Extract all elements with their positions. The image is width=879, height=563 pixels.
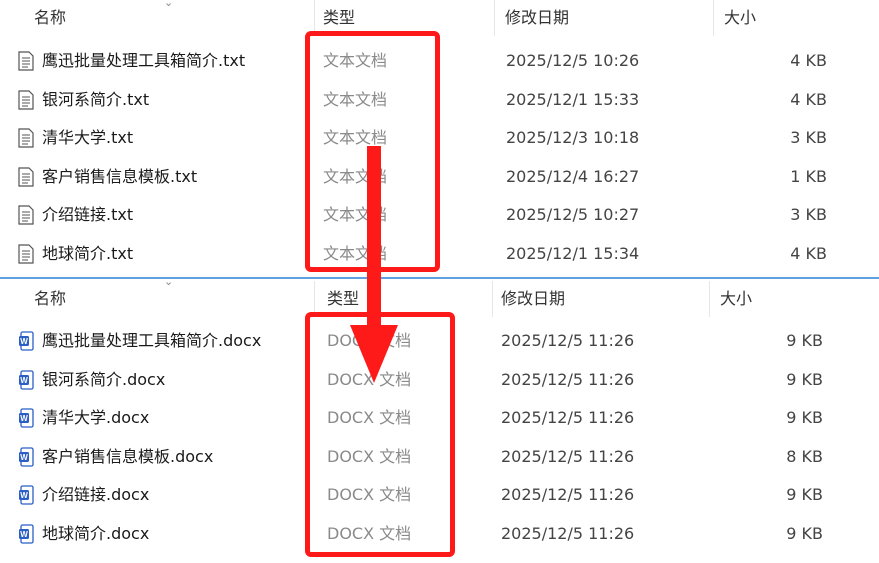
- file-name: 介绍链接.txt: [42, 205, 134, 224]
- text-file-icon: [18, 167, 34, 187]
- file-date: 2025/12/5 10:26: [506, 51, 640, 70]
- file-size: 9 KB: [786, 408, 823, 427]
- word-docx-icon: W: [19, 524, 34, 544]
- file-name: 清华大学.txt: [42, 128, 134, 147]
- file-size: 9 KB: [786, 331, 823, 350]
- file-name: 客户销售信息模板.txt: [42, 167, 198, 186]
- file-size: 4 KB: [790, 244, 827, 263]
- text-file-icon: [18, 90, 34, 110]
- file-name: 地球简介.docx: [42, 524, 150, 543]
- text-file-icon: [18, 128, 34, 148]
- file-date: 2025/12/5 11:26: [501, 408, 635, 427]
- column-header-size[interactable]: 大小: [718, 0, 836, 36]
- svg-text:W: W: [20, 414, 28, 423]
- text-file-icon: [18, 244, 34, 264]
- svg-text:W: W: [20, 453, 28, 462]
- sort-chevron-icon: ⌄: [164, 0, 174, 9]
- file-name: 鹰迅批量处理工具箱简介.docx: [42, 331, 262, 350]
- svg-text:W: W: [20, 376, 28, 385]
- file-size: 9 KB: [786, 524, 823, 543]
- file-size: 8 KB: [786, 447, 823, 466]
- file-size: 4 KB: [790, 51, 827, 70]
- file-size: 3 KB: [790, 205, 827, 224]
- file-name: 客户销售信息模板.docx: [42, 447, 214, 466]
- file-date: 2025/12/5 11:26: [501, 524, 635, 543]
- word-docx-icon: W: [19, 447, 34, 467]
- file-date: 2025/12/4 16:27: [506, 167, 640, 186]
- text-file-icon: [18, 205, 34, 225]
- file-size: 1 KB: [790, 167, 827, 186]
- word-docx-icon: W: [19, 408, 34, 428]
- sort-chevron-icon: ⌄: [164, 275, 174, 288]
- file-date: 2025/12/5 11:26: [501, 447, 635, 466]
- file-name: 介绍链接.docx: [42, 485, 150, 504]
- svg-text:W: W: [20, 337, 28, 346]
- column-header-size[interactable]: 大小: [714, 281, 832, 317]
- file-name: 清华大学.docx: [42, 408, 150, 427]
- file-date: 2025/12/1 15:34: [506, 244, 640, 263]
- word-docx-icon: W: [19, 485, 34, 505]
- column-header-date[interactable]: 修改日期: [495, 281, 710, 317]
- file-size: 3 KB: [790, 128, 827, 147]
- file-date: 2025/12/5 11:26: [501, 370, 635, 389]
- file-date: 2025/12/5 11:26: [501, 331, 635, 350]
- file-date: 2025/12/5 10:27: [506, 205, 640, 224]
- file-size: 9 KB: [786, 485, 823, 504]
- word-docx-icon: W: [19, 331, 34, 351]
- highlight-box-txt-type: [305, 31, 440, 272]
- file-name: 地球简介.txt: [42, 244, 134, 263]
- file-date: 2025/12/3 10:18: [506, 128, 640, 147]
- text-file-icon: [18, 51, 34, 71]
- file-name: 银河系简介.docx: [42, 370, 166, 389]
- column-header-date[interactable]: 修改日期: [499, 0, 714, 36]
- svg-text:W: W: [20, 491, 28, 500]
- file-name: 银河系简介.txt: [42, 90, 150, 109]
- file-date: 2025/12/1 15:33: [506, 90, 640, 109]
- highlight-box-docx-type: [305, 312, 455, 557]
- top-column-header: 名称 类型 修改日期 大小 ⌄: [0, 0, 879, 36]
- word-docx-icon: W: [19, 370, 34, 390]
- svg-text:W: W: [20, 530, 28, 539]
- file-size: 9 KB: [786, 370, 823, 389]
- file-size: 4 KB: [790, 90, 827, 109]
- file-name: 鹰迅批量处理工具箱简介.txt: [42, 51, 246, 70]
- file-date: 2025/12/5 11:26: [501, 485, 635, 504]
